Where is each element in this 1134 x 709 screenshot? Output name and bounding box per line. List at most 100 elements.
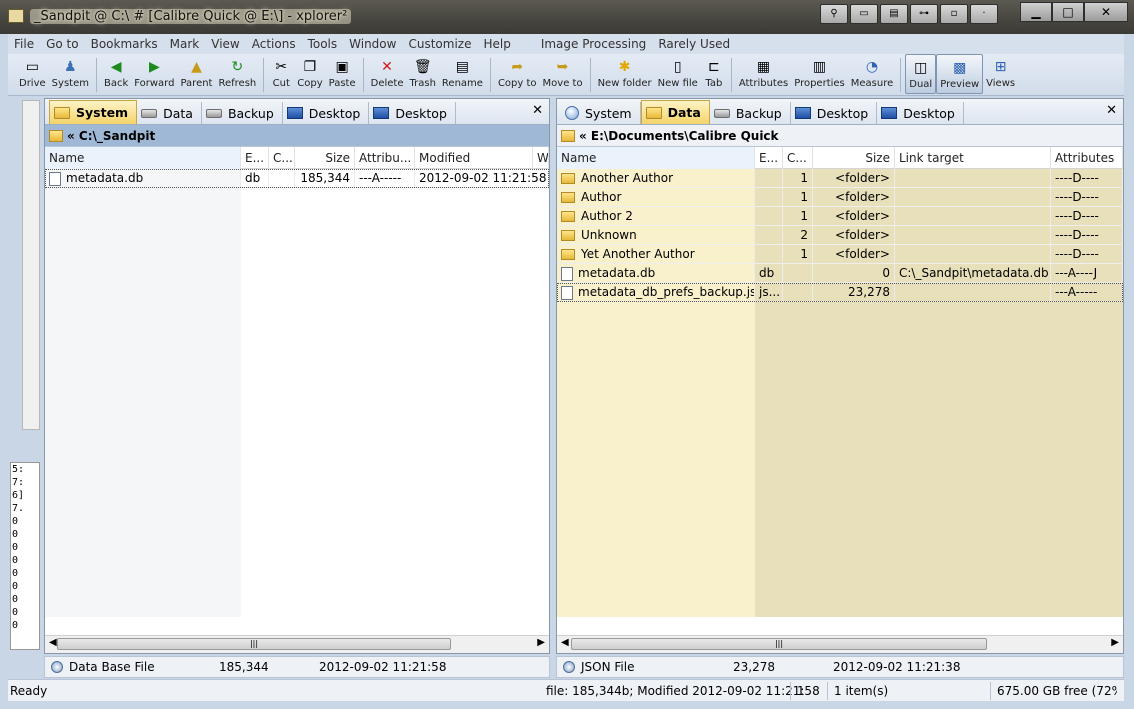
menu-window[interactable]: Window [343, 37, 402, 51]
col-name[interactable]: Name [45, 147, 241, 169]
menu-view[interactable]: View [205, 37, 245, 51]
refresh-button[interactable]: ↻ Refresh [215, 54, 259, 94]
new-file-icon: ▯ [673, 59, 682, 75]
system-button[interactable]: ♟ System [49, 54, 92, 94]
forward-button[interactable]: ▶ Forward [131, 54, 177, 94]
tab-desktop[interactable]: Desktop [283, 102, 370, 124]
table-row[interactable]: metadata_db_prefs_backup.json js... 23,2… [557, 283, 1123, 302]
options-icon[interactable]: ▫ [940, 4, 968, 24]
move-to-icon: ➥ [556, 59, 569, 75]
tab-system[interactable]: System [49, 100, 138, 124]
table-row[interactable]: Another Author 1 <folder> ----D---- [557, 169, 1123, 188]
col-link-target[interactable]: Link target [895, 147, 1051, 169]
tab-backup[interactable]: Backup [202, 102, 283, 124]
layout-icon[interactable]: ▭ [850, 4, 878, 24]
system-icon [565, 106, 579, 120]
tab-button[interactable]: ⊏ Tab [701, 54, 727, 94]
rename-button[interactable]: ▤ Rename [439, 54, 486, 94]
tab-desktop-2[interactable]: Desktop [877, 102, 964, 124]
menu-goto[interactable]: Go to [40, 37, 85, 51]
scroll-right-icon[interactable]: ▶ [1111, 637, 1119, 648]
col-name[interactable]: Name [557, 147, 755, 169]
menu-rarely-used[interactable]: Rarely Used [652, 37, 736, 51]
left-horizontal-scrollbar[interactable]: ◀ ||| ▶ [45, 635, 549, 653]
col-modified[interactable]: Modified [415, 147, 533, 169]
copy-to-button[interactable]: ➦ Copy to [495, 54, 540, 94]
scroll-right-icon[interactable]: ▶ [537, 637, 545, 648]
col-ext[interactable]: E... [755, 147, 783, 169]
attributes-button[interactable]: ▦ Attributes [736, 54, 791, 94]
menu-actions[interactable]: Actions [246, 37, 302, 51]
col-c[interactable]: C... [783, 147, 813, 169]
scroll-left-icon[interactable]: ◀ [49, 637, 57, 648]
delete-button[interactable]: ✕ Delete [368, 54, 407, 94]
col-attributes[interactable]: Attribu... [355, 147, 415, 169]
tab-backup[interactable]: Backup [710, 102, 791, 124]
table-row[interactable]: Author 2 1 <folder> ----D---- [557, 207, 1123, 226]
tab-data[interactable]: Data [640, 100, 710, 124]
parent-button[interactable]: ▲ Parent [177, 54, 215, 94]
new-folder-button[interactable]: ✱ New folder [595, 54, 655, 94]
paste-button[interactable]: ▣ Paste [326, 54, 359, 94]
table-row[interactable]: Author 1 <folder> ----D---- [557, 188, 1123, 207]
tab-desktop-2[interactable]: Desktop [369, 102, 456, 124]
table-row[interactable]: metadata.db db 185,344 ---A----- 2012-09… [45, 169, 549, 188]
copy-button[interactable]: ❐ Copy [294, 54, 325, 94]
scroll-thumb[interactable]: ||| [571, 638, 987, 650]
close-button[interactable]: ✕ [1084, 2, 1128, 22]
connector-icon[interactable]: ⊶ [910, 4, 938, 24]
info-icon [563, 661, 575, 673]
tab-desktop[interactable]: Desktop [791, 102, 878, 124]
attributes-icon: ▦ [756, 59, 771, 75]
col-size[interactable]: Size [813, 147, 895, 169]
minimize-button[interactable]: ▁ [1020, 2, 1052, 22]
trash-button[interactable]: 🗑 Trash [406, 54, 438, 94]
menu-customize[interactable]: Customize [402, 37, 477, 51]
maximize-button[interactable]: □ [1052, 2, 1084, 22]
pin-icon[interactable]: ⚲ [820, 4, 848, 24]
keyboard-icon[interactable]: ▤ [880, 4, 908, 24]
right-horizontal-scrollbar[interactable]: ◀ ||| ▶ [557, 635, 1123, 653]
table-row[interactable]: metadata.db db 0 C:\_Sandpit\metadata.db… [557, 264, 1123, 283]
window-mini-icon[interactable]: · [970, 4, 998, 24]
right-info-bar: JSON File 23,278 2012-09-02 11:21:38 [556, 656, 1124, 678]
status-ready: Ready [10, 683, 48, 698]
refresh-icon: ↻ [231, 59, 244, 75]
preview-button[interactable]: ▩ Preview [936, 54, 984, 94]
menu-help[interactable]: Help [477, 37, 516, 51]
col-size[interactable]: Size [295, 147, 355, 169]
dual-button[interactable]: ◫ Dual [905, 54, 937, 94]
close-tab-icon[interactable]: ✕ [532, 103, 543, 118]
preview-icon: ▩ [953, 60, 967, 76]
tab-system[interactable]: System [561, 102, 641, 124]
scroll-left-icon[interactable]: ◀ [561, 637, 569, 648]
folder-icon [49, 129, 63, 142]
back-button[interactable]: ◀ Back [101, 54, 131, 94]
tab-data[interactable]: Data [137, 102, 202, 124]
left-address-bar[interactable]: « C:\_Sandpit [45, 125, 549, 147]
col-wi[interactable]: Wi [533, 147, 549, 169]
menu-file[interactable]: File [8, 37, 40, 51]
menu-mark[interactable]: Mark [164, 37, 206, 51]
table-row[interactable]: Unknown 2 <folder> ----D---- [557, 226, 1123, 245]
title-bar: _Sandpit @ C:\ # [Calibre Quick @ E:\] -… [0, 0, 1134, 34]
col-ext[interactable]: E... [241, 147, 269, 169]
close-tab-icon[interactable]: ✕ [1106, 103, 1117, 118]
properties-button[interactable]: ▥ Properties [791, 54, 848, 94]
parent-folder-icon: ▲ [191, 59, 202, 75]
right-address-bar[interactable]: « E:\Documents\Calibre Quick [557, 125, 1123, 147]
new-file-button[interactable]: ▯ New file [655, 54, 701, 94]
views-button[interactable]: ⊞ Views [983, 54, 1018, 94]
move-to-button[interactable]: ➥ Move to [540, 54, 586, 94]
cut-button[interactable]: ✂ Cut [268, 54, 294, 94]
menu-bookmarks[interactable]: Bookmarks [85, 37, 164, 51]
menu-tools[interactable]: Tools [302, 37, 344, 51]
col-attributes[interactable]: Attributes [1051, 147, 1123, 169]
table-row[interactable]: Yet Another Author 1 <folder> ----D---- [557, 245, 1123, 264]
drive-button[interactable]: ▭ Drive [16, 54, 49, 94]
scroll-thumb[interactable]: ||| [57, 638, 451, 650]
tree-scrollbar[interactable] [22, 100, 40, 430]
menu-image-processing[interactable]: Image Processing [535, 37, 652, 51]
measure-button[interactable]: ◔ Measure [848, 54, 897, 94]
col-c[interactable]: C... [269, 147, 295, 169]
